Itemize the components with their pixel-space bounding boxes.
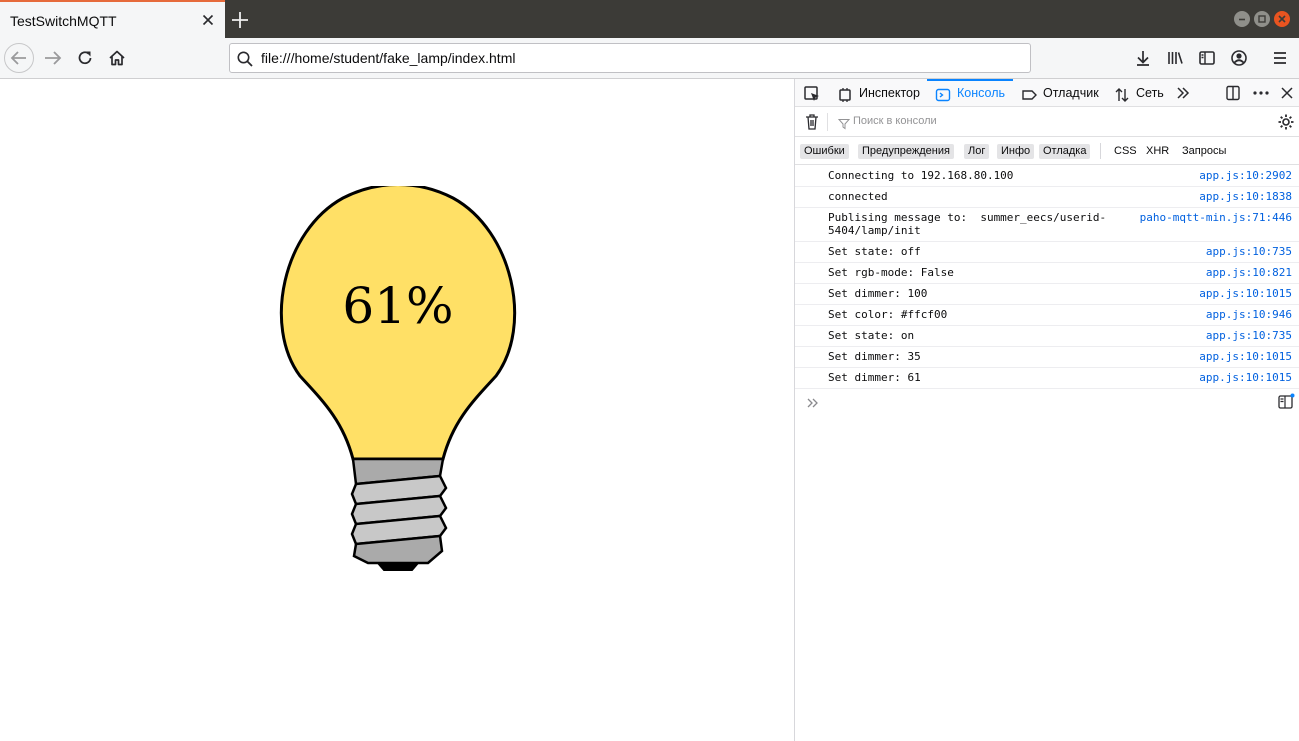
prompt-chevron-icon xyxy=(806,395,820,414)
filter-requests[interactable]: Запросы xyxy=(1182,144,1226,159)
page-content: 61% xyxy=(0,79,794,741)
console-message-text: Connecting to 192.168.80.100 xyxy=(828,169,1014,182)
library-icon[interactable] xyxy=(1160,43,1190,73)
filter-debug[interactable]: Отладка xyxy=(1039,144,1091,159)
console-message: Connecting to 192.168.80.100 app.js:10:2… xyxy=(795,166,1299,187)
tab-network[interactable]: Сеть xyxy=(1114,79,1172,107)
search-icon xyxy=(236,50,254,72)
downloads-icon[interactable] xyxy=(1128,43,1158,73)
sidebar-icon[interactable] xyxy=(1192,43,1222,73)
close-tab-icon[interactable] xyxy=(199,11,217,29)
console-message-text: Publising message to: summer_eecs/userid… xyxy=(828,211,1107,237)
console-message-text: Set dimmer: 61 xyxy=(828,371,921,384)
minimize-window-icon[interactable] xyxy=(1234,11,1250,27)
element-picker-icon[interactable] xyxy=(803,85,821,107)
console-message-source-link[interactable]: app.js:10:1015 xyxy=(1199,287,1292,300)
console-message: connected app.js:10:1838 xyxy=(795,187,1299,208)
devtools-toolbar: Инспектор Консоль Отладчик Сеть xyxy=(795,79,1299,107)
filter-css[interactable]: CSS xyxy=(1114,144,1137,159)
console-filter-bar: Поиск в консоли xyxy=(795,107,1299,137)
tab-strip: TestSwitchMQTT xyxy=(0,0,1299,38)
maximize-window-icon[interactable] xyxy=(1254,11,1270,27)
devtools-panel: Инспектор Консоль Отладчик Сеть Поиск в … xyxy=(794,79,1299,741)
filter-log[interactable]: Лог xyxy=(964,144,990,159)
browser-tab[interactable]: TestSwitchMQTT xyxy=(0,0,225,38)
console-message: Set state: off app.js:10:735 xyxy=(795,242,1299,263)
filter-errors[interactable]: Ошибки xyxy=(800,144,849,159)
navigation-toolbar: file:///home/student/fake_lamp/index.htm… xyxy=(0,38,1299,79)
console-message-text: Set color: #ffcf00 xyxy=(828,308,948,321)
back-button[interactable] xyxy=(4,43,34,73)
console-message-text: connected xyxy=(828,190,888,203)
tab-debugger-label: Отладчик xyxy=(1043,86,1099,100)
console-message: Set dimmer: 35 app.js:10:1015 xyxy=(795,347,1299,368)
console-filter-input[interactable]: Поиск в консоли xyxy=(853,115,937,127)
tab-title: TestSwitchMQTT xyxy=(10,13,117,29)
console-message-text: Set state: off xyxy=(828,245,921,258)
brightness-label: 61% xyxy=(342,277,454,335)
console-message-source-link[interactable]: app.js:10:946 xyxy=(1206,308,1292,321)
reload-button[interactable] xyxy=(70,43,100,73)
log-level-filters: Ошибки Предупреждения Лог Инфо Отладка C… xyxy=(795,137,1299,165)
filter-icon xyxy=(837,115,851,134)
console-message-source-link[interactable]: app.js:10:1015 xyxy=(1199,371,1292,384)
account-icon[interactable] xyxy=(1224,43,1254,73)
tab-debugger[interactable]: Отладчик xyxy=(1021,79,1107,107)
more-options-icon[interactable] xyxy=(1252,85,1270,105)
settings-gear-icon[interactable] xyxy=(1277,113,1295,135)
console-message-text: Set dimmer: 100 xyxy=(828,287,928,300)
tab-console[interactable]: Консоль xyxy=(927,79,1013,107)
console-message: Publising message to: summer_eecs/userid… xyxy=(795,208,1299,242)
filter-warnings[interactable]: Предупреждения xyxy=(858,144,954,159)
console-message: Set color: #ffcf00 app.js:10:946 xyxy=(795,305,1299,326)
console-message: Set dimmer: 61 app.js:10:1015 xyxy=(795,368,1299,389)
tab-inspector-label: Инспектор xyxy=(859,86,920,100)
console-message-source-link[interactable]: paho-mqtt-min.js:71:446 xyxy=(1140,211,1292,224)
filter-xhr[interactable]: XHR xyxy=(1146,144,1169,159)
forward-button[interactable] xyxy=(38,43,68,73)
console-message-source-link[interactable]: app.js:10:1015 xyxy=(1199,350,1292,363)
console-message-source-link[interactable]: app.js:10:821 xyxy=(1206,266,1292,279)
close-devtools-icon[interactable] xyxy=(1279,85,1295,105)
home-button[interactable] xyxy=(102,43,132,73)
console-message-text: Set dimmer: 35 xyxy=(828,350,921,363)
tab-inspector[interactable]: Инспектор xyxy=(837,79,923,107)
address-bar[interactable]: file:///home/student/fake_lamp/index.htm… xyxy=(229,43,1031,73)
filter-divider xyxy=(827,113,828,131)
console-message-text: Set rgb-mode: False xyxy=(828,266,954,279)
console-message-text: Set state: on xyxy=(828,329,915,342)
console-message-source-link[interactable]: app.js:10:735 xyxy=(1206,245,1292,258)
sidebar-toggle-icon[interactable] xyxy=(1277,393,1295,415)
console-message: Set state: on app.js:10:735 xyxy=(795,326,1299,347)
console-message: Set rgb-mode: False app.js:10:821 xyxy=(795,263,1299,284)
more-tabs-chevron-icon[interactable] xyxy=(1175,85,1191,105)
url-text[interactable]: file:///home/student/fake_lamp/index.htm… xyxy=(261,50,515,66)
tab-network-label: Сеть xyxy=(1136,86,1164,100)
console-output: Connecting to 192.168.80.100 app.js:10:2… xyxy=(795,166,1299,389)
lamp-bulb-graphic xyxy=(279,186,517,571)
trash-icon[interactable] xyxy=(804,113,820,135)
console-message-source-link[interactable]: app.js:10:2902 xyxy=(1199,169,1292,182)
console-message-source-link[interactable]: app.js:10:735 xyxy=(1206,329,1292,342)
console-input[interactable] xyxy=(795,389,1299,415)
close-window-icon[interactable] xyxy=(1274,11,1290,27)
console-message-source-link[interactable]: app.js:10:1838 xyxy=(1199,190,1292,203)
dock-side-icon[interactable] xyxy=(1225,85,1241,105)
console-message: Set dimmer: 100 app.js:10:1015 xyxy=(795,284,1299,305)
levels-divider xyxy=(1100,143,1101,159)
filter-info[interactable]: Инфо xyxy=(997,144,1035,159)
tab-console-label: Консоль xyxy=(957,86,1006,100)
new-tab-icon[interactable] xyxy=(229,9,251,31)
menu-icon[interactable] xyxy=(1265,43,1295,73)
